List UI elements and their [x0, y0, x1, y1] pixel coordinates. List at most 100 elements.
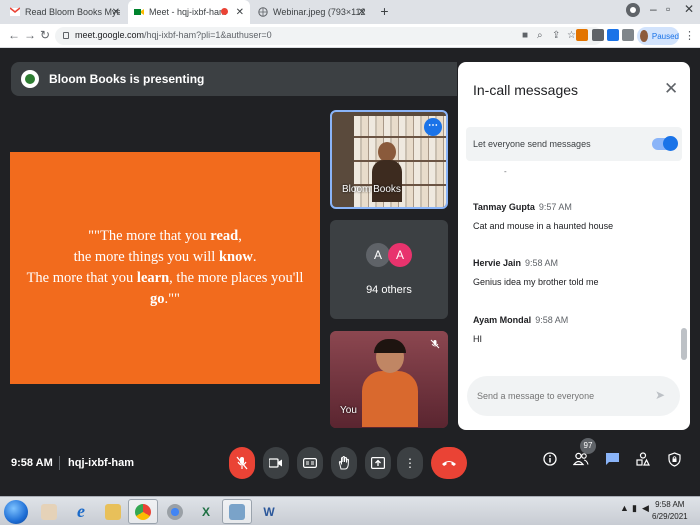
quote-emphasis: go — [150, 291, 165, 307]
more-options-button[interactable]: ⋮ — [397, 447, 423, 479]
toggle-label: Let everyone send messages — [473, 139, 591, 149]
camera-toggle-button[interactable] — [263, 447, 289, 479]
zoom-icon[interactable]: ⌕ — [537, 30, 543, 41]
minimize-icon[interactable]: – — [650, 2, 657, 16]
system-clock[interactable]: 9:58 AM 6/29/2021 — [652, 499, 688, 523]
toggle-knob — [663, 136, 678, 151]
quote-text: the more things you will — [73, 249, 219, 265]
tab-search-icon[interactable] — [626, 3, 640, 17]
profile-button[interactable]: Paused — [637, 27, 679, 45]
forward-icon[interactable]: → — [24, 28, 36, 42]
participant-tile-others[interactable]: A A 94 others — [330, 220, 448, 319]
close-tab-icon[interactable]: ✕ — [112, 7, 120, 18]
start-button[interactable] — [4, 500, 28, 524]
more-vert-icon: ⋮ — [404, 456, 416, 470]
chat-message: Hervie Jain 9:58 AM Genius idea my brothe… — [473, 258, 673, 287]
media-player-icon — [41, 503, 57, 520]
profile-status: Paused — [651, 31, 679, 41]
people-icon — [572, 452, 589, 466]
system-time: 9:58 AM — [655, 500, 685, 509]
close-icon[interactable]: ✕ — [664, 79, 678, 99]
url-path: /hqj-ixbf-ham?pli=1&authuser=0 — [144, 30, 272, 40]
captions-icon — [303, 458, 318, 469]
others-count: 94 others — [366, 284, 412, 296]
word-taskbar-button[interactable]: W — [254, 499, 284, 524]
show-hidden-icons-icon[interactable]: ▲ — [620, 503, 629, 513]
participant-tile-self[interactable]: You — [330, 331, 448, 428]
tab-meet[interactable]: Meet - hqj-ixbf-ham ✕ — [128, 0, 250, 24]
excel-taskbar-button[interactable]: X — [191, 499, 221, 524]
avatar: A — [388, 243, 412, 267]
panel-title: In-call messages — [473, 82, 579, 98]
chat-scrollbar[interactable] — [681, 328, 687, 360]
quote-emphasis: learn — [136, 270, 170, 286]
chat-button[interactable] — [601, 452, 623, 469]
quote-text: The more that you — [26, 270, 137, 286]
close-tab-icon[interactable]: ✕ — [358, 7, 366, 18]
file-explorer-taskbar-button[interactable] — [98, 499, 128, 524]
extensions-puzzle-icon[interactable] — [622, 29, 634, 41]
present-now-button[interactable] — [365, 447, 391, 479]
browser-menu-icon[interactable]: ⋮ — [684, 29, 695, 42]
info-icon — [543, 452, 557, 466]
mic-off-icon — [236, 456, 248, 470]
self-video — [362, 339, 418, 427]
volume-icon[interactable]: ◀ — [642, 503, 649, 514]
host-controls-button[interactable] — [663, 452, 685, 470]
browser-toolbar: ← → ↻ meet.google.com/hqj-ixbf-ham?pli=1… — [0, 24, 700, 48]
tab-gmail[interactable]: Read Bloom Books Mystery Rea... ✕ — [4, 0, 126, 24]
activities-icon — [636, 452, 650, 466]
microphone-toggle-button[interactable] — [229, 447, 255, 479]
lock-icon — [63, 32, 69, 39]
share-icon[interactable]: ⇪ — [552, 30, 560, 41]
show-everyone-button[interactable] — [570, 452, 592, 469]
participant-name: Bloom Books — [342, 184, 401, 195]
truncated-message-marker: - — [504, 167, 507, 176]
chrome-icon — [135, 503, 151, 520]
chrome-canary-icon — [167, 503, 183, 520]
address-bar[interactable]: meet.google.com/hqj-ixbf-ham?pli=1&authu… — [55, 27, 603, 45]
quote-text: ""The more that you — [88, 228, 211, 244]
bloom-books-logo-icon — [21, 70, 39, 88]
folder-icon — [105, 503, 121, 520]
internet-explorer-taskbar-button[interactable]: e — [66, 499, 96, 524]
leave-call-button[interactable] — [431, 447, 467, 479]
close-window-icon[interactable]: ✕ — [684, 2, 694, 16]
meeting-details-button[interactable] — [539, 452, 561, 469]
presenting-label: Bloom Books is presenting — [49, 72, 205, 86]
activities-button[interactable] — [632, 452, 654, 469]
chat-message: Tanmay Gupta 9:57 AM Cat and mouse in a h… — [473, 202, 673, 231]
reload-icon[interactable]: ↻ — [40, 28, 50, 42]
download-extension-icon[interactable] — [576, 29, 588, 41]
quote-text: , the more places you'll — [169, 270, 304, 286]
close-tab-icon[interactable]: ✕ — [236, 7, 244, 18]
send-icon[interactable]: ➤ — [655, 388, 665, 402]
maximize-icon[interactable]: ▫ — [666, 2, 670, 16]
notes-extension-icon[interactable] — [592, 29, 604, 41]
participant-tile-presenter[interactable]: ⋯ Bloom Books — [330, 110, 448, 209]
more-options-icon[interactable]: ⋯ — [424, 118, 442, 136]
network-icon[interactable]: ▮ — [632, 503, 637, 514]
chrome-canary-taskbar-button[interactable] — [160, 499, 190, 524]
chrome-taskbar-button[interactable] — [128, 499, 158, 524]
chat-message: Ayam Mondal 9:58 AM HI — [473, 315, 673, 344]
message-text: HI — [473, 334, 482, 344]
back-icon[interactable]: ← — [8, 28, 20, 42]
docs-extension-icon[interactable] — [607, 29, 619, 41]
new-tab-button[interactable]: + — [376, 3, 393, 20]
bookmark-star-icon[interactable]: ☆ — [567, 30, 576, 41]
shield-lock-icon — [667, 452, 681, 467]
slide-quote: ""The more that you read, the more thing… — [10, 226, 320, 310]
message-input[interactable] — [477, 388, 647, 404]
camera-icon[interactable]: ■ — [522, 30, 528, 41]
videocam-icon — [268, 458, 282, 468]
media-player-taskbar-button[interactable] — [34, 499, 64, 524]
raise-hand-button[interactable] — [331, 447, 357, 479]
windows-taskbar: e X W ▲ ▮ ◀ 9:58 AM 6/29/2021 — [0, 496, 700, 525]
let-everyone-send-toggle[interactable] — [652, 136, 678, 151]
window-taskbar-button[interactable] — [222, 499, 252, 524]
captions-button[interactable] — [297, 447, 323, 479]
tab-webinar[interactable]: Webinar.jpeg (793×1122) ✕ — [252, 0, 372, 24]
presentation-slide: ""The more that you read, the more thing… — [10, 152, 320, 384]
system-date: 6/29/2021 — [652, 512, 688, 521]
